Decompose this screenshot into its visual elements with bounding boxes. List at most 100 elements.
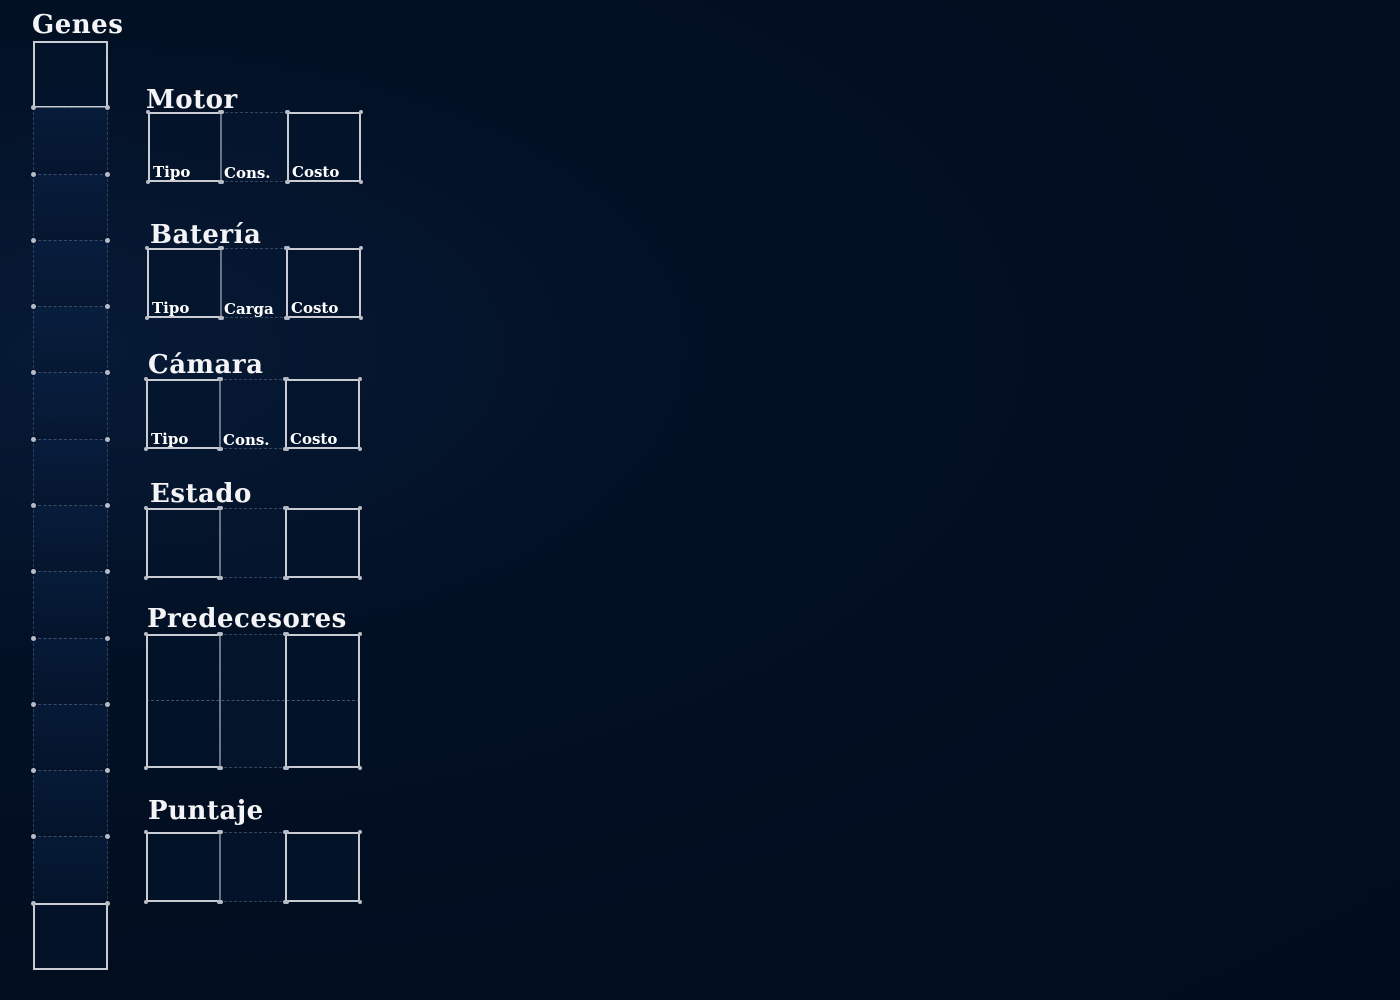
predecesores-slot-1[interactable] (146, 634, 221, 768)
predecesores-slot-3[interactable] (285, 634, 360, 768)
grid-joint (143, 446, 148, 451)
puntaje-grid (143, 829, 362, 904)
gene-slot[interactable] (33, 41, 108, 109)
puntaje-slot-3[interactable] (285, 832, 360, 902)
puntaje-slot-1[interactable] (146, 832, 221, 902)
gene-slot-joint (105, 105, 110, 111)
gene-slot-joint (105, 569, 110, 575)
grid-joint (284, 109, 289, 114)
grid-joint (143, 376, 148, 381)
estado-slot-3[interactable] (285, 508, 360, 578)
gene-slot[interactable] (33, 902, 108, 970)
grid-joint (144, 245, 149, 250)
gene-slot[interactable] (33, 372, 108, 440)
grid-joint (143, 575, 148, 580)
grid-joint (357, 505, 362, 510)
grid-joint (283, 315, 288, 320)
grid-joint (216, 575, 221, 580)
gene-slot[interactable] (33, 239, 108, 308)
predecesores-slot-2[interactable] (219, 634, 287, 768)
grid-joint (143, 505, 148, 510)
gene-slot-joint (105, 701, 110, 707)
gene-slot[interactable] (33, 836, 108, 904)
camara-grid: Tipo Cons. Costo (143, 376, 362, 451)
gene-slot[interactable] (33, 703, 108, 772)
grid-joint (282, 575, 287, 580)
grid-joint (216, 899, 221, 904)
gene-slot-joint (105, 171, 110, 177)
gene-slot[interactable] (33, 637, 108, 705)
bateria-label-carga: Carga (224, 300, 274, 318)
camara-label-tipo: Tipo (151, 430, 189, 448)
grid-joint (216, 631, 221, 636)
bateria-grid: Tipo Carga Costo (144, 245, 363, 320)
motor-slot-costo[interactable]: Costo (287, 112, 361, 182)
estado-slot-2[interactable] (219, 508, 287, 578)
gene-slot[interactable] (33, 770, 108, 838)
gene-slot-joint (105, 370, 110, 376)
motor-slot-cons[interactable]: Cons. (220, 112, 288, 182)
predecesores-row-divider (146, 700, 360, 701)
grid-joint (143, 765, 148, 770)
gene-slot-joint (105, 768, 110, 774)
predecesores-grid (143, 631, 362, 770)
gene-slot-joint (31, 900, 36, 906)
grid-joint (282, 765, 287, 770)
motor-label-cons: Cons. (224, 164, 271, 182)
estado-slot-1[interactable] (146, 508, 221, 578)
puntaje-title: Puntaje (148, 796, 264, 826)
gene-slot[interactable] (33, 438, 108, 506)
grid-joint (217, 109, 222, 114)
grid-joint (217, 179, 222, 184)
grid-joint (357, 829, 362, 834)
bateria-slot-costo[interactable]: Costo (286, 248, 361, 318)
grid-joint (358, 109, 363, 114)
grid-joint (282, 631, 287, 636)
bateria-slot-tipo[interactable]: Tipo (147, 248, 222, 318)
grid-joint (282, 376, 287, 381)
gene-slot-joint (105, 635, 110, 641)
motor-label-costo: Costo (292, 163, 340, 181)
grid-joint (216, 446, 221, 451)
grid-joint (358, 315, 363, 320)
grid-joint (217, 245, 222, 250)
puntaje-slot-2[interactable] (219, 832, 287, 902)
grid-joint (357, 575, 362, 580)
bateria-title: Batería (150, 220, 262, 250)
gene-slot[interactable] (33, 173, 108, 241)
grid-joint (357, 376, 362, 381)
grid-joint (358, 179, 363, 184)
bateria-label-costo: Costo (291, 299, 339, 317)
camara-slot-tipo[interactable]: Tipo (146, 379, 221, 449)
camara-label-cons: Cons. (223, 431, 270, 449)
grid-joint (145, 179, 150, 184)
grid-joint (216, 765, 221, 770)
grid-joint (282, 505, 287, 510)
grid-joint (357, 631, 362, 636)
grid-joint (357, 765, 362, 770)
camara-slot-cons[interactable]: Cons. (219, 379, 287, 449)
gene-slot[interactable] (33, 571, 108, 639)
gene-slot[interactable] (33, 505, 108, 573)
estado-grid (143, 505, 362, 580)
motor-slot-tipo[interactable]: Tipo (148, 112, 222, 182)
grid-joint (282, 829, 287, 834)
camara-slot-costo[interactable]: Costo (285, 379, 360, 449)
grid-joint (282, 899, 287, 904)
gene-slot-joint (105, 503, 110, 508)
bateria-slot-carga[interactable]: Carga (220, 248, 288, 318)
gene-slot-joint (31, 436, 36, 442)
grid-joint (357, 899, 362, 904)
grid-joint (143, 899, 148, 904)
gene-slot[interactable] (33, 107, 108, 175)
camara-title: Cámara (148, 350, 264, 380)
camara-label-costo: Costo (290, 430, 338, 448)
gene-slot-joint (105, 900, 110, 906)
gene-slot[interactable] (33, 306, 108, 374)
grid-joint (216, 829, 221, 834)
grid-joint (284, 179, 289, 184)
gene-slot-joint (31, 701, 36, 707)
gene-slot-joint (31, 635, 36, 641)
estado-title: Estado (150, 479, 252, 509)
grid-joint (216, 376, 221, 381)
